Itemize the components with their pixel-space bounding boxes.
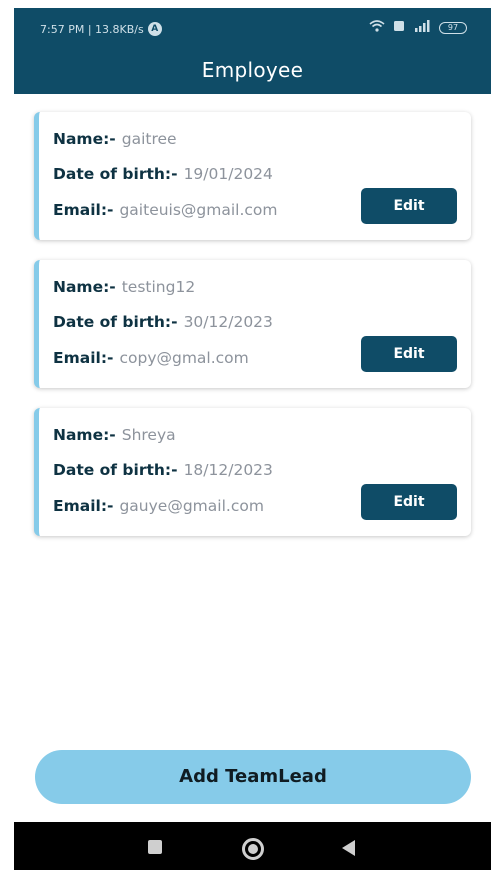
name-value: Shreya xyxy=(121,426,176,444)
screen: 7:57 PM | 13.8KB/s A 97 Employee Name:- g… xyxy=(14,8,491,870)
sim-icon xyxy=(393,20,405,35)
employee-card: Name:- Shreya Date of birth:- 18/12/2023 E… xyxy=(34,408,471,536)
employee-card: Name:- testing12 Date of birth:- 30/12/202… xyxy=(34,260,471,388)
name-value: gaitree xyxy=(121,130,177,148)
name-label: Name:- xyxy=(53,278,116,296)
dob-value: 30/12/2023 xyxy=(183,313,273,331)
recent-apps-icon[interactable] xyxy=(148,840,162,854)
edit-button[interactable]: Edit xyxy=(361,484,457,520)
email-label: Email:- xyxy=(53,349,114,367)
dob-value: 19/01/2024 xyxy=(183,165,273,183)
email-row: Email:- gauye@gmail.com xyxy=(53,497,264,515)
wifi-icon xyxy=(369,20,385,35)
status-time: 7:57 PM | 13.8KB/s xyxy=(40,22,144,36)
email-value: copy@gmal.com xyxy=(119,349,249,367)
email-row: Email:- gaiteuis@gmail.com xyxy=(53,201,278,219)
status-left: 7:57 PM | 13.8KB/s A xyxy=(40,22,162,36)
home-icon[interactable] xyxy=(242,838,264,860)
dob-label: Date of birth:- xyxy=(53,165,178,183)
app-bar: 7:57 PM | 13.8KB/s A 97 Employee xyxy=(14,8,491,94)
name-label: Name:- xyxy=(53,130,116,148)
email-label: Email:- xyxy=(53,497,114,515)
dob-label: Date of birth:- xyxy=(53,313,178,331)
name-row: Name:- testing12 xyxy=(53,278,195,296)
email-label: Email:- xyxy=(53,201,114,219)
notification-icon: A xyxy=(147,22,162,36)
battery-icon: 97 xyxy=(439,21,467,34)
edit-button[interactable]: Edit xyxy=(361,336,457,372)
dob-row: Date of birth:- 30/12/2023 xyxy=(53,313,273,331)
email-value: gaiteuis@gmail.com xyxy=(119,201,278,219)
dob-row: Date of birth:- 19/01/2024 xyxy=(53,165,273,183)
system-nav-bar xyxy=(14,822,491,870)
name-label: Name:- xyxy=(53,426,116,444)
name-row: Name:- gaitree xyxy=(53,130,177,148)
dob-row: Date of birth:- 18/12/2023 xyxy=(53,461,273,479)
name-value: testing12 xyxy=(121,278,196,296)
email-value: gauye@gmail.com xyxy=(119,497,264,515)
employee-card: Name:- gaitree Date of birth:- 19/01/2024 … xyxy=(34,112,471,240)
back-icon[interactable] xyxy=(342,840,355,856)
page-title: Employee xyxy=(201,58,304,82)
dob-label: Date of birth:- xyxy=(53,461,178,479)
edit-button[interactable]: Edit xyxy=(361,188,457,224)
status-right: 97 xyxy=(369,20,467,35)
signal-icon xyxy=(413,20,431,35)
add-teamlead-button[interactable]: Add TeamLead xyxy=(35,750,471,804)
name-row: Name:- Shreya xyxy=(53,426,176,444)
email-row: Email:- copy@gmal.com xyxy=(53,349,249,367)
status-bar: 7:57 PM | 13.8KB/s A 97 xyxy=(14,8,491,48)
dob-value: 18/12/2023 xyxy=(183,461,273,479)
